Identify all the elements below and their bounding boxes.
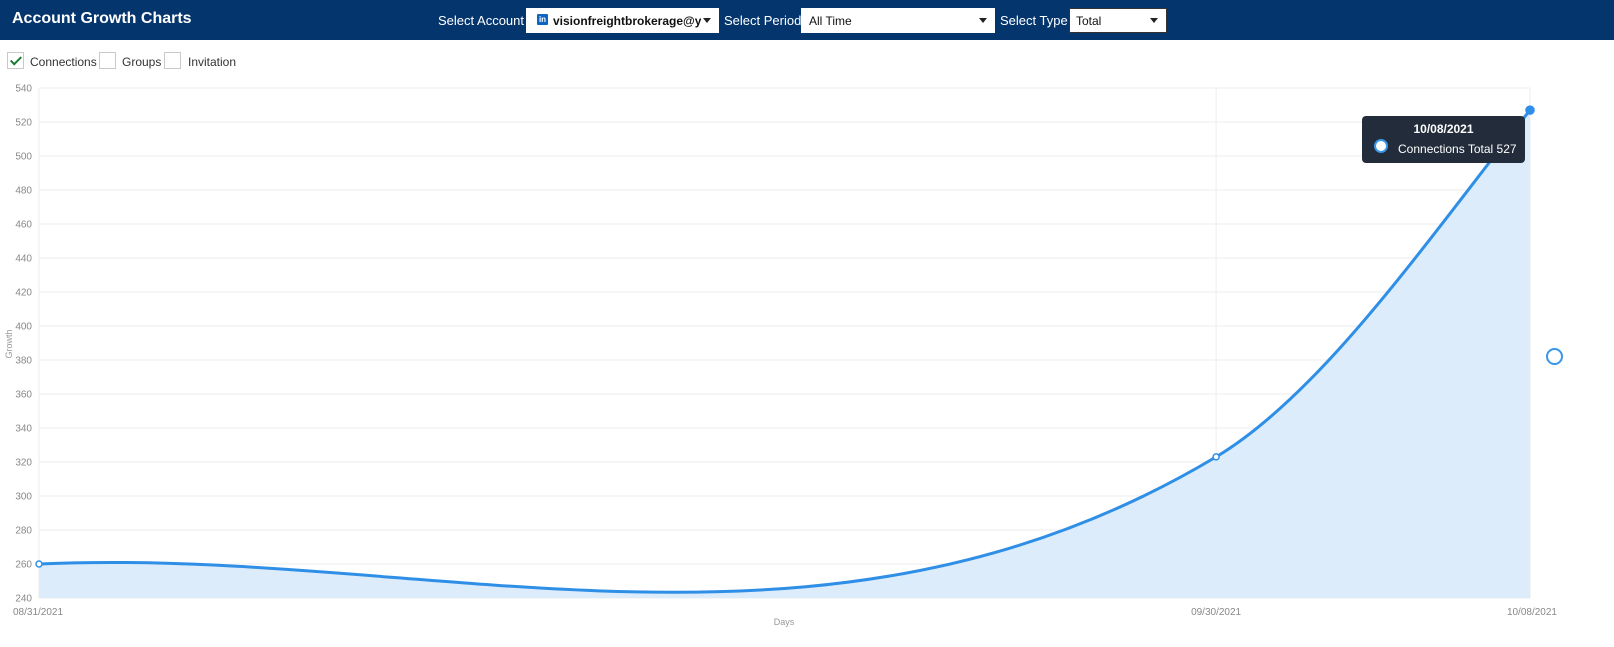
y-tick-label: 420 xyxy=(15,288,32,299)
y-tick-label: 320 xyxy=(15,458,32,469)
scroll-marker[interactable] xyxy=(1546,348,1563,365)
series-area xyxy=(39,110,1530,598)
y-tick-label: 240 xyxy=(15,594,32,605)
y-tick-label: 460 xyxy=(15,220,32,231)
y-tick-label: 280 xyxy=(15,526,32,537)
y-tick-label: 260 xyxy=(15,560,32,571)
y-axis-label: Growth xyxy=(4,329,14,358)
y-tick-label: 480 xyxy=(15,186,32,197)
data-point[interactable] xyxy=(35,560,43,568)
y-tick-label: 300 xyxy=(15,492,32,503)
x-axis-label: Days xyxy=(774,617,795,627)
tooltip-series-marker xyxy=(1374,139,1388,153)
data-point[interactable] xyxy=(1525,105,1535,115)
tooltip-series-value: 527 xyxy=(1496,142,1517,156)
y-tick-label: 520 xyxy=(15,118,32,129)
data-point[interactable] xyxy=(1212,453,1220,461)
y-tick-label: 540 xyxy=(15,84,32,95)
y-tick-label: 500 xyxy=(15,152,32,163)
y-tick-label: 360 xyxy=(15,390,32,401)
chart-series xyxy=(35,105,1535,598)
tooltip-date: 10/08/2021 xyxy=(1413,122,1474,136)
x-tick-label: 08/31/2021 xyxy=(13,607,63,618)
x-tick-label: 10/08/2021 xyxy=(1507,607,1557,618)
tooltip-row: Connections Total 527 xyxy=(1398,142,1517,156)
y-tick-label: 440 xyxy=(15,254,32,265)
chart-tooltip: 10/08/2021 Connections Total 527 xyxy=(1362,116,1525,163)
tooltip-series-label: Connections Total xyxy=(1398,142,1494,156)
y-tick-label: 340 xyxy=(15,424,32,435)
x-tick-label: 09/30/2021 xyxy=(1191,607,1241,618)
y-tick-label: 380 xyxy=(15,356,32,367)
y-tick-label: 400 xyxy=(15,322,32,333)
growth-chart: 240 260 280 300 320 340 360 380 400 420 440 460 480 5… xyxy=(4,84,1557,628)
